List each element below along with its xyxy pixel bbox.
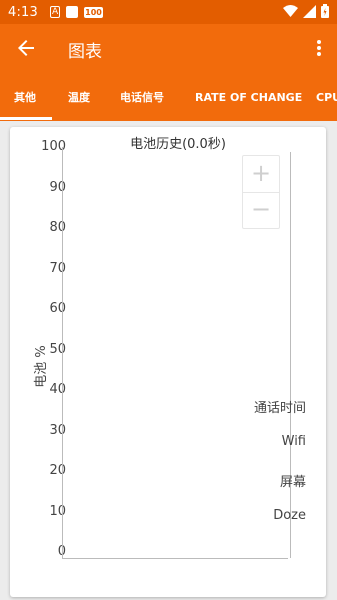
y-tick-label: 70 bbox=[49, 261, 66, 276]
state-axis-line bbox=[290, 152, 291, 558]
tab-cpu[interactable]: CPU bbox=[316, 73, 337, 121]
y-tick-label: 0 bbox=[20, 544, 66, 559]
page-title: 图表 bbox=[68, 42, 102, 62]
notification-a-icon: A bbox=[50, 6, 61, 18]
tab-temperature[interactable]: 温度 bbox=[68, 73, 90, 121]
x-axis-line bbox=[62, 558, 288, 559]
state-label-doze: Doze bbox=[273, 508, 306, 523]
signal-icon bbox=[303, 4, 316, 18]
y-tick-label: 60 bbox=[49, 301, 66, 316]
state-label-call: 通话时间 bbox=[253, 401, 306, 416]
battery-icon bbox=[321, 4, 329, 18]
app-bar: 图表 bbox=[0, 24, 337, 73]
zoom-controls: + − bbox=[242, 155, 280, 229]
zoom-in-button[interactable]: + bbox=[243, 156, 279, 192]
tab-rate-of-change[interactable]: RATE OF CHANGE bbox=[195, 73, 302, 121]
tab-signal[interactable]: 电话信号 bbox=[120, 73, 164, 121]
y-tick-label: 40 bbox=[49, 382, 66, 397]
100-notification-icon: 100 bbox=[84, 6, 103, 18]
y-tick-label: 30 bbox=[49, 423, 66, 438]
status-bar: 4:13 A 100 bbox=[0, 0, 337, 24]
y-axis-line bbox=[62, 147, 63, 559]
status-time: 4:13 bbox=[8, 4, 38, 20]
more-vert-icon[interactable] bbox=[311, 36, 327, 60]
wifi-icon bbox=[283, 4, 298, 17]
tab-bar: 其他 温度 电话信号 RATE OF CHANGE CPU bbox=[0, 73, 337, 121]
state-label-screen: 屏幕 bbox=[279, 475, 306, 490]
y-tick-label: 90 bbox=[49, 180, 66, 195]
y-tick-label: 20 bbox=[49, 463, 66, 478]
tab-other[interactable]: 其他 bbox=[14, 73, 36, 121]
y-tick-label: 80 bbox=[49, 220, 66, 235]
y-tick-label: 100 bbox=[41, 139, 66, 154]
status-icons bbox=[283, 4, 329, 18]
square-notification-icon bbox=[66, 6, 79, 18]
y-tick-label: 50 bbox=[49, 342, 66, 357]
battery-chart-card: 电池历史(0.0秒) 电池 % 100 90 80 70 60 50 40 30… bbox=[10, 127, 326, 597]
y-tick-label: 10 bbox=[49, 504, 66, 519]
tab-indicator bbox=[0, 117, 52, 120]
arrow-back-icon[interactable] bbox=[14, 36, 38, 60]
zoom-out-button[interactable]: − bbox=[243, 192, 279, 228]
state-label-wifi: Wifi bbox=[281, 434, 306, 449]
